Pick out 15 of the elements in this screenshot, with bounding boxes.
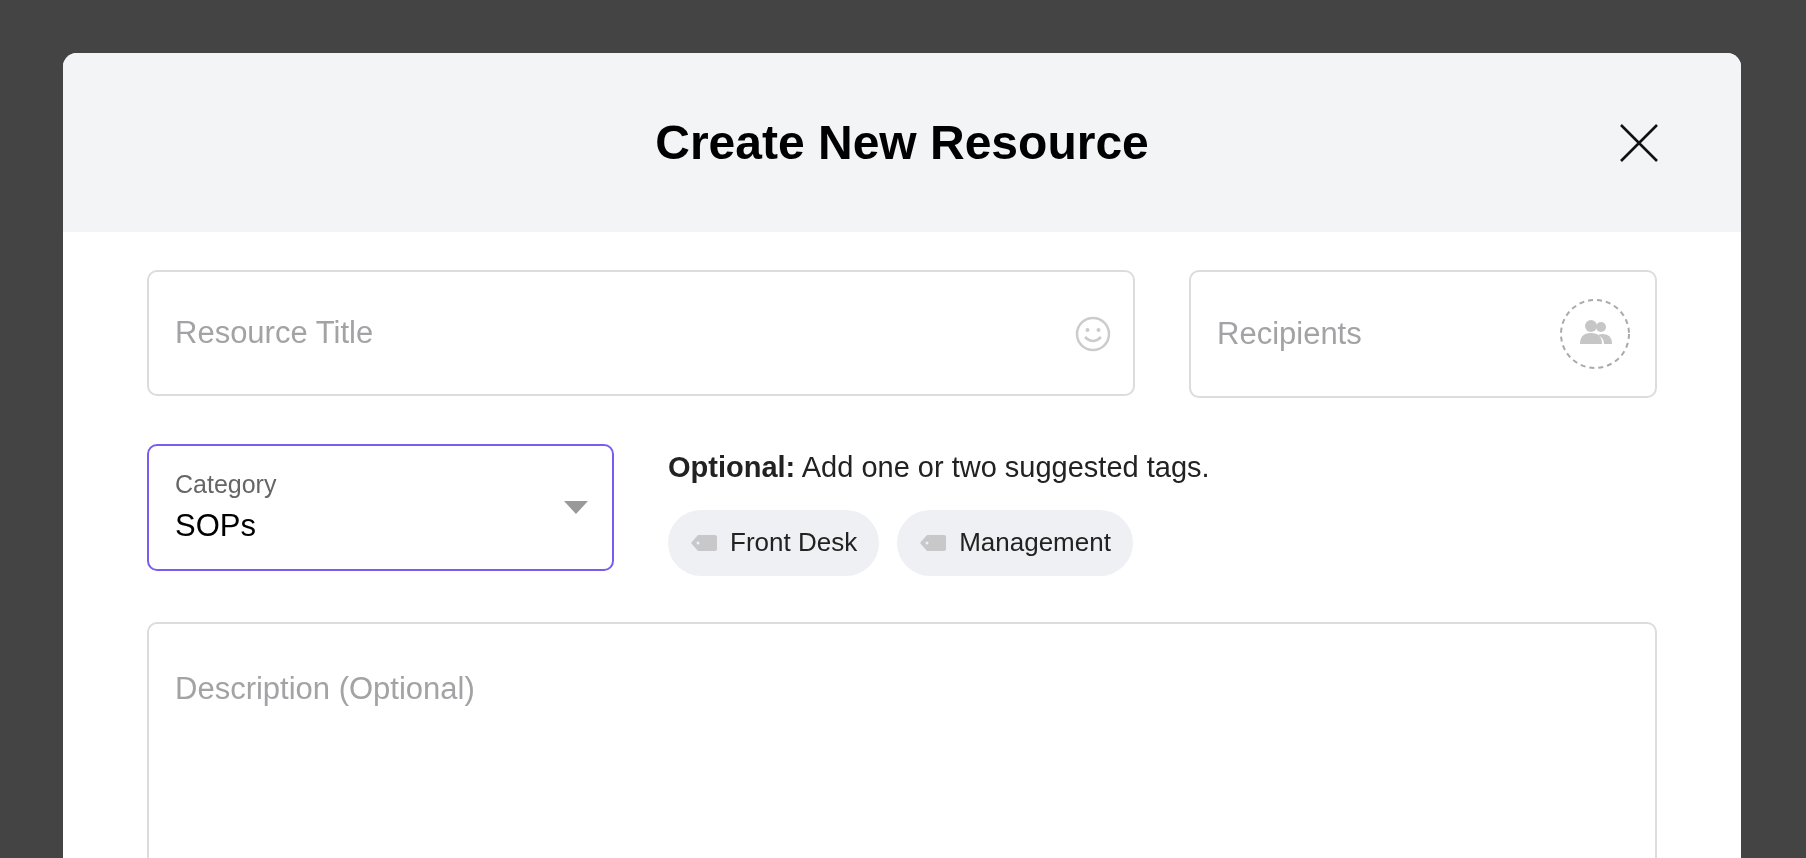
category-select[interactable]: Category SOPs (147, 444, 614, 571)
title-field[interactable]: Resource Title (147, 270, 1135, 396)
people-icon (1559, 298, 1631, 370)
smiley-icon (1075, 316, 1111, 352)
tag-icon (690, 533, 718, 552)
tag-icon (919, 533, 948, 552)
tag-chip[interactable]: Management (897, 509, 1133, 576)
category-value: SOPs (175, 507, 257, 545)
tag-chip[interactable]: Front Desk (668, 509, 880, 576)
tags-hint: Optional: Add one or two suggested tags. (668, 450, 1210, 485)
recipients-field[interactable]: Recipients (1189, 270, 1657, 398)
caret-icon (564, 500, 588, 515)
dialog-title: Create New Resource (655, 114, 1149, 171)
description-field[interactable]: Description (Optional) (147, 621, 1657, 858)
category-label: Category (175, 468, 278, 500)
